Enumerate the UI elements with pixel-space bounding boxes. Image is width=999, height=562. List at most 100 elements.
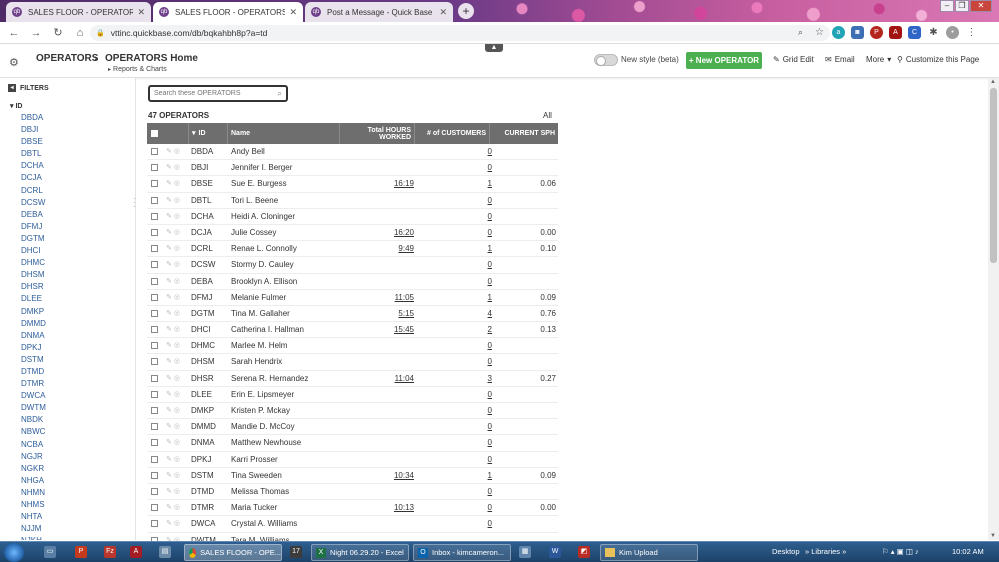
cell-hours[interactable] bbox=[340, 387, 414, 403]
pinterest-icon[interactable]: P bbox=[870, 26, 883, 39]
edit-icon[interactable]: ✎ bbox=[166, 294, 172, 301]
view-icon[interactable]: ◎ bbox=[174, 326, 180, 333]
breadcrumb-root[interactable]: OPERATORS bbox=[36, 53, 98, 64]
row-checkbox[interactable] bbox=[151, 309, 158, 317]
clock[interactable]: 10:02 AM bbox=[952, 547, 984, 556]
report-selector[interactable]: All bbox=[543, 111, 552, 120]
view-icon[interactable]: ◎ bbox=[174, 148, 180, 155]
edit-icon[interactable]: ✎ bbox=[166, 504, 172, 511]
table-row[interactable]: ✎ ◎ DHCI Catherina I. Hallman 15:45 2 0.13 bbox=[147, 322, 558, 339]
view-icon[interactable]: ◎ bbox=[174, 278, 180, 285]
email-button[interactable]: ✉ Email bbox=[825, 55, 855, 64]
table-row[interactable]: ✎ ◎ DBTL Tori L. Beene 0 bbox=[147, 193, 558, 209]
view-icon[interactable]: ◎ bbox=[174, 294, 180, 301]
filter-value[interactable]: NCBA bbox=[21, 439, 46, 451]
edit-icon[interactable]: ✎ bbox=[166, 358, 172, 365]
edit-icon[interactable]: ✎ bbox=[166, 197, 172, 204]
filter-value[interactable]: DBJI bbox=[21, 124, 46, 136]
edit-icon[interactable]: ✎ bbox=[166, 278, 172, 285]
filter-value[interactable]: NJKH bbox=[21, 535, 46, 540]
table-row[interactable]: ✎ ◎ DNMA Matthew Newhouse 0 bbox=[147, 435, 558, 452]
cell-hours[interactable] bbox=[340, 338, 414, 354]
printer-icon[interactable]: ▤ bbox=[159, 546, 171, 558]
row-checkbox[interactable] bbox=[151, 228, 158, 236]
gear-icon[interactable]: ⚙ bbox=[9, 56, 19, 69]
view-icon[interactable]: ◎ bbox=[174, 456, 180, 463]
view-icon[interactable]: ◎ bbox=[174, 520, 180, 527]
cell-customers[interactable]: 1 bbox=[415, 241, 492, 257]
edit-icon[interactable]: ✎ bbox=[166, 310, 172, 317]
search-icon[interactable]: ⌕ bbox=[794, 26, 807, 39]
filter-value[interactable]: NJJM bbox=[21, 523, 46, 535]
view-icon[interactable]: ◎ bbox=[174, 358, 180, 365]
row-checkbox[interactable] bbox=[151, 390, 158, 398]
reload-icon[interactable]: ↻ bbox=[50, 25, 66, 41]
cell-customers[interactable]: 0 bbox=[415, 193, 492, 209]
extension-c-icon[interactable]: C bbox=[908, 26, 921, 39]
cell-hours[interactable] bbox=[340, 435, 414, 451]
cell-hours[interactable] bbox=[340, 419, 414, 435]
cell-customers[interactable]: 0 bbox=[415, 354, 492, 370]
view-icon[interactable]: ◎ bbox=[174, 213, 180, 220]
cell-hours[interactable]: 5:15 bbox=[340, 306, 414, 322]
table-row[interactable]: ✎ ◎ DCJA Julie Cossey 16:20 0 0.00 bbox=[147, 225, 558, 242]
select-all-checkbox[interactable] bbox=[151, 130, 158, 137]
scrollbar-thumb[interactable] bbox=[990, 88, 997, 263]
table-row[interactable]: ✎ ◎ DSTM Tina Sweeden 10:34 1 0.09 bbox=[147, 468, 558, 484]
view-icon[interactable]: ◎ bbox=[174, 375, 180, 382]
pdf-viewer-icon[interactable]: ◩ bbox=[578, 546, 590, 558]
cell-hours[interactable]: 16:20 bbox=[340, 225, 414, 241]
search-input[interactable] bbox=[150, 87, 268, 100]
star-icon[interactable]: ☆ bbox=[813, 26, 826, 39]
table-row[interactable]: ✎ ◎ DLEE Erin E. Lipsmeyer 0 bbox=[147, 387, 558, 403]
edit-icon[interactable]: ✎ bbox=[166, 472, 172, 479]
table-row[interactable]: ✎ ◎ DTMR Maria Tucker 10:13 0 0.00 bbox=[147, 500, 558, 517]
cell-customers[interactable]: 1 bbox=[415, 176, 492, 192]
taskbar-excel[interactable]: X Night 06.29.20 - Excel bbox=[311, 544, 409, 561]
filter-value[interactable]: DCHA bbox=[21, 160, 46, 172]
scroll-down-icon[interactable]: ▼ bbox=[990, 533, 996, 539]
cell-customers[interactable]: 0 bbox=[415, 209, 492, 225]
back-icon[interactable]: ← bbox=[6, 25, 22, 41]
start-button[interactable] bbox=[4, 543, 24, 562]
cell-hours[interactable] bbox=[340, 257, 414, 273]
cell-hours[interactable] bbox=[340, 193, 414, 209]
row-checkbox[interactable] bbox=[151, 487, 158, 495]
row-checkbox[interactable] bbox=[151, 245, 158, 253]
filezilla-icon[interactable]: Fz bbox=[104, 546, 116, 558]
restore-button[interactable]: ❐ bbox=[955, 0, 969, 12]
view-icon[interactable]: ◎ bbox=[174, 310, 180, 317]
view-icon[interactable]: ◎ bbox=[174, 164, 180, 171]
filter-value[interactable]: DHCI bbox=[21, 245, 46, 257]
desktop-toolbar[interactable]: Desktop bbox=[772, 547, 800, 556]
edit-icon[interactable]: ✎ bbox=[166, 245, 172, 252]
table-row[interactable]: ✎ ◎ DCSW Stormy D. Cauley 0 bbox=[147, 257, 558, 274]
filters-header[interactable]: ◂ FILTERS bbox=[8, 84, 49, 92]
cell-hours[interactable] bbox=[340, 452, 414, 468]
view-icon[interactable]: ◎ bbox=[174, 423, 180, 430]
cell-customers[interactable]: 1 bbox=[415, 468, 492, 484]
cell-customers[interactable]: 0 bbox=[415, 160, 492, 176]
row-checkbox[interactable] bbox=[151, 358, 158, 366]
cell-customers[interactable]: 1 bbox=[415, 290, 492, 306]
explorer-icon[interactable]: ▦ bbox=[519, 546, 531, 558]
view-icon[interactable]: ◎ bbox=[174, 197, 180, 204]
filter-value[interactable]: DMKP bbox=[21, 306, 46, 318]
menu-icon[interactable]: ⋮ bbox=[965, 26, 978, 39]
row-checkbox[interactable] bbox=[151, 439, 158, 447]
table-row[interactable]: ✎ ◎ DTMD Melissa Thomas 0 bbox=[147, 484, 558, 501]
view-icon[interactable]: ◎ bbox=[174, 407, 180, 414]
filter-value[interactable]: NHGA bbox=[21, 475, 46, 487]
calculator-icon[interactable]: 17 bbox=[290, 546, 302, 558]
table-row[interactable]: ✎ ◎ DBSE Sue E. Burgess 16:19 1 0.06 bbox=[147, 176, 558, 193]
tray-icons[interactable]: ⚐ ▴ ▣ ◫ ♪ bbox=[882, 547, 919, 556]
close-icon[interactable]: ✕ bbox=[439, 7, 447, 18]
home-icon[interactable]: ⌂ bbox=[72, 25, 88, 41]
cell-hours[interactable]: 11:04 bbox=[340, 371, 414, 387]
close-icon[interactable]: ✕ bbox=[137, 7, 145, 18]
new-style-toggle[interactable] bbox=[594, 54, 618, 66]
cell-hours[interactable] bbox=[340, 144, 414, 160]
view-icon[interactable]: ◎ bbox=[174, 261, 180, 268]
table-row[interactable]: ✎ ◎ DCHA Heidi A. Cloninger 0 bbox=[147, 209, 558, 225]
column-hours[interactable]: Total HOURS WORKED bbox=[340, 123, 415, 144]
